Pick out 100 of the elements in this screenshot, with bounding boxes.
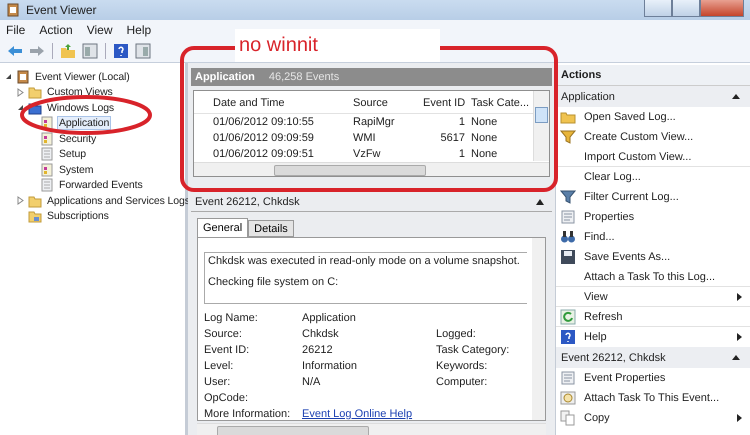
help-link[interactable]: Event Log Online Help <box>302 408 436 420</box>
log-icon <box>40 147 54 162</box>
tree-item[interactable]: Event Viewer (Local) <box>33 70 132 84</box>
tree-item[interactable]: Windows Logs <box>45 100 116 115</box>
field-value: Information <box>302 360 358 372</box>
horizontal-scrollbar[interactable] <box>197 423 546 435</box>
tree-item[interactable]: Custom Views <box>45 85 115 100</box>
expand-icon[interactable] <box>16 88 25 97</box>
tree-item[interactable]: Forwarded Events <box>57 178 145 192</box>
task-link[interactable]: Save Events As... <box>584 250 670 262</box>
table-cell-text: VzFw <box>352 148 382 160</box>
maximize-button[interactable] <box>672 0 700 17</box>
task-link[interactable]: Create Custom View... <box>584 130 694 142</box>
field-label: Keywords: <box>436 360 488 372</box>
menu-item[interactable]: File <box>6 23 26 37</box>
task-link[interactable]: Attach Task To This Event... <box>584 392 720 404</box>
table-cell-text: None <box>470 132 498 144</box>
table-cell-text: RapiMgr <box>352 116 396 128</box>
tree-item[interactable]: Subscriptions <box>45 209 111 224</box>
log-icon <box>40 162 54 177</box>
task-link[interactable]: Help <box>584 330 607 342</box>
table-cell-text: 1 <box>458 116 466 128</box>
column-header[interactable]: Source <box>350 97 420 109</box>
horizontal-scrollbar[interactable] <box>194 162 549 176</box>
field-label: Computer: <box>436 376 488 388</box>
column-header[interactable]: Event ID <box>420 97 468 109</box>
task-link[interactable]: Refresh <box>584 310 623 322</box>
table-cell-text: 01/06/2012 09:09:51 <box>212 148 315 160</box>
funnel-icon <box>560 128 576 144</box>
refresh-icon <box>560 308 576 324</box>
table-cell-text: None <box>470 116 498 128</box>
field-value: N/A <box>302 376 322 388</box>
properties-icon <box>560 370 576 386</box>
menu-item[interactable]: Action <box>39 23 73 37</box>
log-icon <box>40 132 54 146</box>
tab[interactable]: Details <box>248 220 294 237</box>
table-cell-text: WMI <box>352 132 377 144</box>
window-title: Event Viewer <box>26 3 96 17</box>
table-cell-text: None <box>470 148 498 160</box>
pane-button[interactable] <box>134 42 152 60</box>
column-header[interactable]: Date and Time <box>210 97 350 109</box>
help-button[interactable] <box>112 42 130 60</box>
copy-icon <box>560 410 576 426</box>
pane-button[interactable] <box>81 42 99 60</box>
collapse-icon[interactable] <box>732 355 740 360</box>
log-icon <box>40 178 54 192</box>
task-link[interactable]: Copy <box>584 412 610 424</box>
task-link[interactable]: Attach a Task To this Log... <box>584 270 716 282</box>
table-cell-text: 1 <box>458 148 466 160</box>
binoculars-icon <box>560 228 576 244</box>
field-label: Log Name: <box>204 312 259 324</box>
task-link[interactable]: Open Saved Log... <box>584 110 676 122</box>
funnel-icon <box>560 188 576 204</box>
field-label: Task Category: <box>436 344 510 356</box>
menu-item[interactable]: View <box>86 23 112 37</box>
menu-item[interactable]: Help <box>126 23 152 37</box>
tab[interactable]: General <box>197 218 248 237</box>
properties-icon <box>560 208 576 224</box>
collapse-icon[interactable] <box>4 72 13 82</box>
task-link[interactable]: Import Custom View... <box>584 150 692 162</box>
collapse-icon[interactable] <box>16 103 25 112</box>
task-link[interactable]: Event Properties <box>584 372 666 384</box>
task-icon <box>560 390 576 406</box>
field-value: Application <box>302 312 357 324</box>
log-title: Application <box>195 71 255 83</box>
task-link[interactable]: View <box>584 290 608 302</box>
tree-item[interactable]: Application <box>57 116 112 130</box>
vertical-scrollbar[interactable] <box>532 238 545 420</box>
task-link[interactable]: Filter Current Log... <box>584 190 679 202</box>
actions-header: Actions <box>556 65 750 86</box>
section-header[interactable]: Application <box>556 86 750 107</box>
folder-icon <box>28 194 42 208</box>
folder-icon <box>28 85 42 100</box>
task-link[interactable]: Clear Log... <box>584 170 641 182</box>
close-button[interactable] <box>700 0 744 17</box>
vertical-scrollbar[interactable] <box>533 91 549 161</box>
save-icon <box>560 248 576 264</box>
field-label: Level: <box>204 360 234 372</box>
description-text: Chkdsk was executed in read-only mode on a volume snapshot. <box>208 255 521 267</box>
collapse-icon[interactable] <box>536 199 544 205</box>
event-title: Event 26212, Chkdsk <box>195 196 300 208</box>
table-cell-text: 5617 <box>440 132 466 144</box>
folder-up-button[interactable] <box>59 42 77 60</box>
collapse-icon[interactable] <box>732 94 740 99</box>
column-header[interactable]: Task Cate... <box>468 97 532 109</box>
tree-item[interactable]: System <box>57 162 96 177</box>
help-icon <box>560 328 576 344</box>
table-cell-text: 01/06/2012 09:09:59 <box>212 132 315 144</box>
expand-icon[interactable] <box>16 196 25 206</box>
minimize-button[interactable] <box>644 0 672 17</box>
field-value: 26212 <box>302 344 334 356</box>
field-label: Event ID: <box>204 344 250 356</box>
folder-icon <box>28 209 42 224</box>
task-link[interactable]: Properties <box>584 210 634 222</box>
field-label: Source: <box>204 328 243 340</box>
task-link[interactable]: Find... <box>584 230 615 242</box>
table-cell-text: 01/06/2012 09:10:55 <box>212 116 315 128</box>
tree-item[interactable]: Security <box>57 132 98 146</box>
section-header[interactable]: Event 26212, Chkdsk <box>556 347 750 368</box>
tree-item[interactable]: Setup <box>57 147 88 162</box>
